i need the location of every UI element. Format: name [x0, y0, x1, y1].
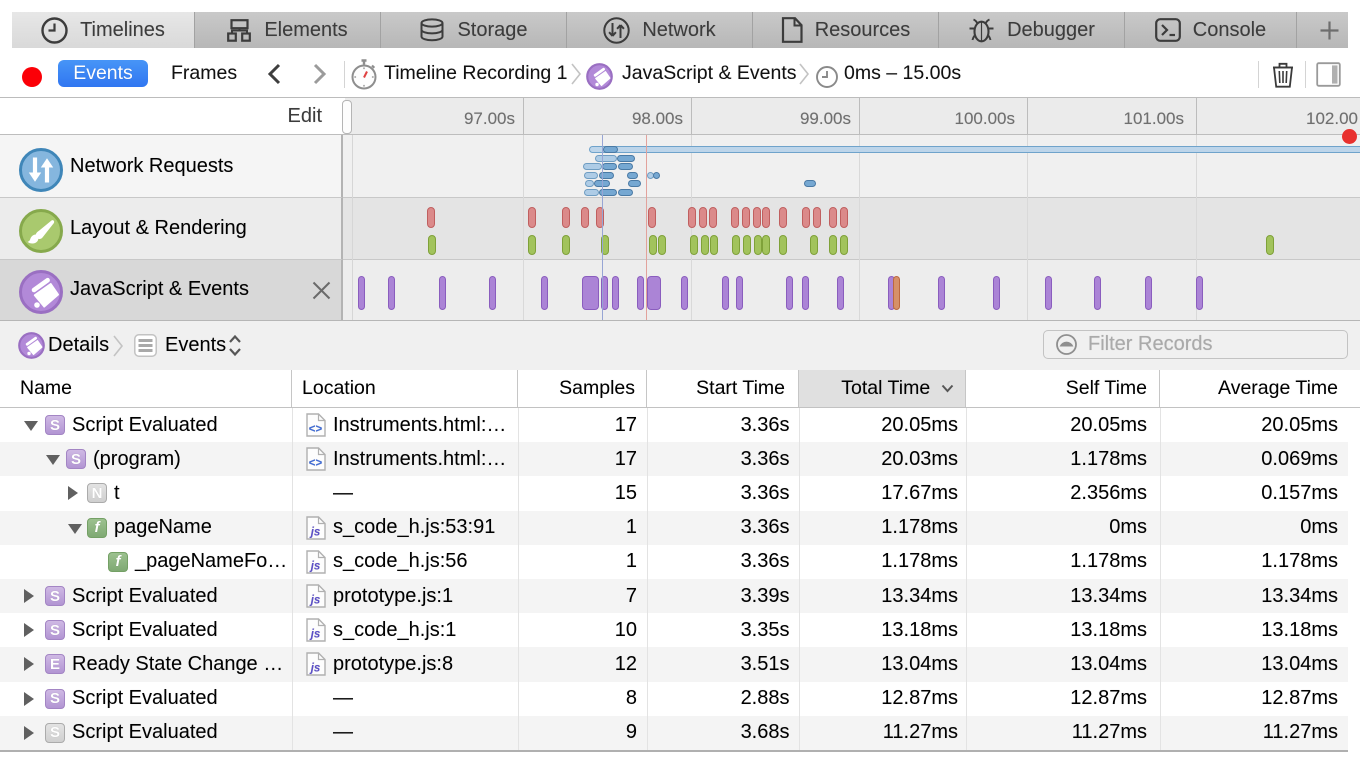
- svg-text:js: js: [309, 560, 321, 572]
- svg-text:<>: <>: [309, 458, 323, 470]
- svg-text:js: js: [309, 629, 321, 641]
- svg-text:<>: <>: [309, 424, 323, 436]
- svg-text:js: js: [309, 663, 321, 675]
- svg-text:js: js: [309, 595, 321, 607]
- svg-text:js: js: [309, 526, 321, 538]
